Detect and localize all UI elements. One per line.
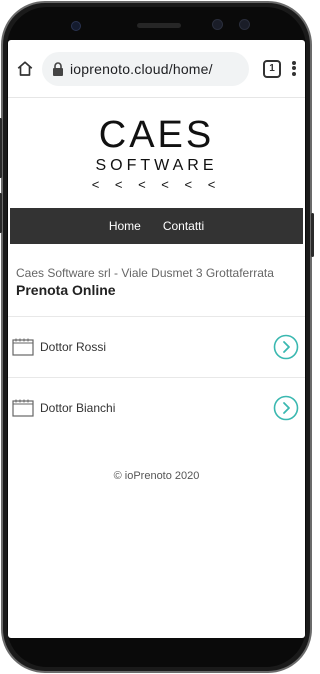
footer-copyright: © ioPrenoto 2020 <box>113 470 200 482</box>
chevron-right-circle-icon[interactable] <box>273 334 299 360</box>
company-address: Caes Software srl - Viale Dusmet 3 Grott… <box>16 266 274 280</box>
home-icon[interactable] <box>14 58 36 80</box>
page-title: Prenota Online <box>16 282 116 298</box>
url-text: ioprenoto.cloud/home/ <box>70 60 213 77</box>
company-logo: CAES SOFTWARE < < < < < < <box>8 98 305 208</box>
address-bar[interactable]: ioprenoto.cloud/home/ <box>42 51 249 86</box>
front-camera <box>71 21 81 31</box>
logo-caes: CAES <box>98 113 215 156</box>
calendar-icon <box>12 399 34 417</box>
browser-toolbar: ioprenoto.cloud/home/ 1 <box>8 40 305 98</box>
earpiece-speaker <box>137 23 181 28</box>
logo-software: SOFTWARE <box>95 156 218 174</box>
sensor <box>239 19 250 30</box>
bixby-button <box>0 193 2 233</box>
page-header: Caes Software srl - Viale Dusmet 3 Grott… <box>8 244 305 316</box>
doctor-row-rossi[interactable]: Dottor Rossi <box>8 316 305 377</box>
lock-icon <box>53 61 63 76</box>
doctor-row-bianchi[interactable]: Dottor Bianchi <box>8 377 305 438</box>
power-button <box>311 213 314 257</box>
tab-switcher-button[interactable]: 1 <box>263 59 281 78</box>
chevron-right-circle-icon[interactable] <box>273 395 299 421</box>
calendar-icon <box>12 338 34 356</box>
browser-screen: ioprenoto.cloud/home/ 1 CAES SOFTWARE < … <box>8 40 305 638</box>
volume-button <box>0 118 2 178</box>
nav-home[interactable]: Home <box>109 219 141 233</box>
sensor <box>212 19 223 30</box>
logo-arrows: < < < < < < <box>91 176 222 192</box>
doctor-name: Dottor Bianchi <box>40 401 116 415</box>
main-nav: Home Contatti <box>10 208 303 244</box>
doctor-name: Dottor Rossi <box>40 340 107 354</box>
nav-contatti[interactable]: Contatti <box>163 219 204 233</box>
more-vert-icon[interactable] <box>289 58 299 80</box>
